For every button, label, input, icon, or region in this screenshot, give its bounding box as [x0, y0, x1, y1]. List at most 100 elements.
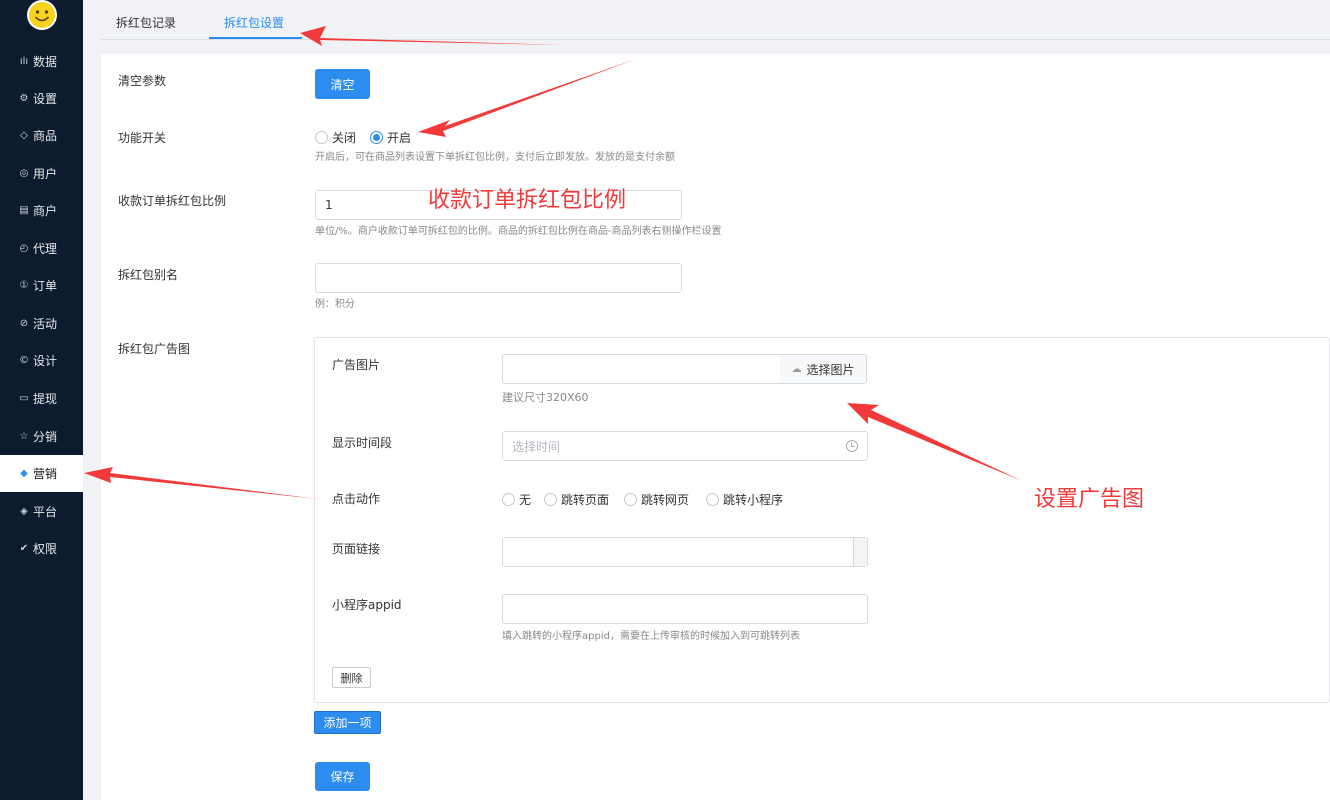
- sidebar-item-label: 代理: [33, 242, 58, 256]
- radio-on-indicator: [370, 131, 383, 144]
- sidebar-item-platform[interactable]: ◈ 平台: [0, 493, 83, 530]
- cube-icon: ◆: [20, 468, 28, 479]
- sidebar-item-label: 订单: [33, 279, 58, 293]
- select-image-label: 选择图片: [806, 362, 855, 377]
- sidebar-item-store[interactable]: ▤ 商户: [0, 192, 83, 229]
- radio-indicator: [706, 493, 719, 506]
- ad-annotation: 设置广告图: [1034, 487, 1145, 512]
- ratio-hint: 单位/%。商户收款订单可拆红包的比例。商品的拆红包比例在商品-商品列表右侧操作栏…: [315, 226, 722, 237]
- switch-off-label: 关闭: [332, 131, 357, 145]
- tab-red-packet-settings[interactable]: 拆红包设置: [224, 14, 284, 31]
- sidebar-item-label: 活动: [33, 317, 58, 331]
- sidebar-item-card[interactable]: ▭ 提现: [0, 380, 83, 417]
- ratio-label: 收款订单拆红包比例: [118, 194, 227, 208]
- sidebar-item-label: 提现: [33, 392, 58, 406]
- action-web-radio[interactable]: 跳转网页: [624, 491, 689, 508]
- appid-input[interactable]: [502, 594, 868, 624]
- sidebar-item-label: 设置: [33, 92, 58, 106]
- action-miniprogram-radio[interactable]: 跳转小程序: [706, 491, 783, 508]
- ad-image-section-label: 拆红包广告图: [118, 342, 191, 356]
- delete-button[interactable]: 删除: [332, 667, 371, 688]
- cloud-upload-icon: ☁: [791, 363, 802, 375]
- action-none-label: 无: [519, 493, 532, 507]
- tag-icon: ⊘: [19, 318, 29, 329]
- alias-hint: 例：积分: [315, 299, 355, 310]
- sidebar-item-cube[interactable]: ◆ 营销: [0, 455, 83, 492]
- sidebar-item-tag[interactable]: ⊘ 活动: [0, 305, 83, 342]
- user-icon: ◎: [19, 168, 29, 179]
- switch-on-radio[interactable]: 开启: [370, 129, 411, 146]
- switch-hint: 开启后，可在商品列表设置下单拆红包比例，支付后立即发放。发放的是支付余额: [315, 152, 675, 163]
- tab-red-packet-records[interactable]: 拆红包记录: [116, 14, 176, 31]
- action-page-label: 跳转页面: [561, 493, 610, 507]
- card-icon: ▭: [19, 393, 29, 404]
- sidebar-item-gear[interactable]: ⚙ 设置: [0, 80, 83, 117]
- alias-label: 拆红包别名: [118, 268, 179, 282]
- sidebar-item-box[interactable]: ◇ 商品: [0, 117, 83, 154]
- sidebar-item-label: 设计: [33, 354, 58, 368]
- clear-params-label: 清空参数: [118, 74, 167, 88]
- save-button[interactable]: 保存: [315, 762, 370, 791]
- action-none-radio[interactable]: 无: [502, 491, 531, 508]
- tab-bar: 拆红包记录 拆红包设置: [100, 0, 1330, 40]
- sidebar-item-label: 权限: [33, 542, 58, 556]
- sidebar-item-label: 营销: [33, 467, 58, 481]
- clear-button[interactable]: 清空: [315, 69, 370, 99]
- time-range-placeholder: 选择时间: [512, 439, 561, 454]
- sidebar-item-design[interactable]: © 设计: [0, 342, 83, 379]
- order-icon: ①: [19, 280, 29, 291]
- radio-indicator: [502, 493, 515, 506]
- page-link-picker[interactable]: [853, 538, 867, 566]
- sidebar-item-label: 分销: [33, 430, 58, 444]
- agent-icon: ◴: [19, 243, 29, 254]
- active-tab-indicator: [209, 37, 302, 39]
- alias-input[interactable]: [315, 263, 682, 293]
- action-miniprogram-label: 跳转小程序: [723, 493, 784, 507]
- sidebar-item-label: 数据: [33, 55, 58, 69]
- chart-icon: ılı: [19, 56, 29, 67]
- ad-item-card: 广告图片 ☁ 选择图片 建议尺寸320X60 显示时间段 选择时间 点击动作 无…: [314, 337, 1330, 703]
- appid-hint: 填入跳转的小程序appid，需要在上传审核的时候加入到可跳转列表: [502, 631, 800, 642]
- time-range-input[interactable]: 选择时间: [502, 431, 868, 461]
- sidebar-item-label: 用户: [33, 167, 58, 181]
- sidebar-item-user[interactable]: ◎ 用户: [0, 155, 83, 192]
- sidebar-item-label: 平台: [33, 505, 58, 519]
- sidebar-item-label: 商户: [33, 204, 58, 218]
- switch-on-label: 开启: [387, 131, 412, 145]
- gear-icon: ⚙: [19, 93, 29, 104]
- sidebar-item-star[interactable]: ☆ 分销: [0, 418, 83, 455]
- sidebar-item-order[interactable]: ① 订单: [0, 267, 83, 304]
- time-range-label: 显示时间段: [332, 436, 393, 450]
- action-web-label: 跳转网页: [641, 493, 690, 507]
- feature-switch-label: 功能开关: [118, 131, 167, 145]
- sidebar-item-agent[interactable]: ◴ 代理: [0, 230, 83, 267]
- page-link-label: 页面链接: [332, 542, 381, 556]
- page-link-input[interactable]: [502, 537, 868, 567]
- click-action-label: 点击动作: [332, 492, 381, 506]
- shield-check-icon: ✔: [19, 543, 29, 554]
- action-page-radio[interactable]: 跳转页面: [544, 491, 609, 508]
- ad-image-label: 广告图片: [332, 358, 381, 372]
- appid-label: 小程序appid: [332, 598, 402, 612]
- design-icon: ©: [19, 355, 29, 366]
- radio-indicator: [624, 493, 637, 506]
- switch-off-radio[interactable]: 关闭: [315, 129, 356, 146]
- platform-icon: ◈: [20, 506, 28, 517]
- sidebar: ılı 数据 ⚙ 设置 ◇ 商品 ◎ 用户 ▤ 商户 ◴ 代理 ① 订单 ⊘ 活动 © 设计 ▭ 提现 ☆ 分销 ◆ 营销 ◈ 平…: [0, 0, 83, 800]
- store-icon: ▤: [19, 205, 29, 216]
- sidebar-item-chart[interactable]: ılı 数据: [0, 43, 83, 80]
- radio-off-indicator: [315, 131, 328, 144]
- ad-image-hint: 建议尺寸320X60: [502, 391, 589, 404]
- box-icon: ◇: [20, 130, 28, 141]
- logo-smiley-icon: [27, 0, 57, 30]
- sidebar-item-shield-check[interactable]: ✔ 权限: [0, 530, 83, 567]
- add-item-button[interactable]: 添加一项: [314, 711, 381, 734]
- ratio-annotation: 收款订单拆红包比例: [428, 188, 627, 213]
- radio-indicator: [544, 493, 557, 506]
- ad-image-input[interactable]: [502, 354, 781, 384]
- clock-icon: [846, 440, 858, 452]
- star-icon: ☆: [19, 431, 29, 442]
- select-image-button[interactable]: ☁ 选择图片: [780, 354, 867, 384]
- sidebar-item-label: 商品: [33, 129, 58, 143]
- settings-form: 清空参数 清空 功能开关 关闭 开启 开启后，可在商品列表设置下单拆红包比例，支…: [101, 54, 1330, 800]
